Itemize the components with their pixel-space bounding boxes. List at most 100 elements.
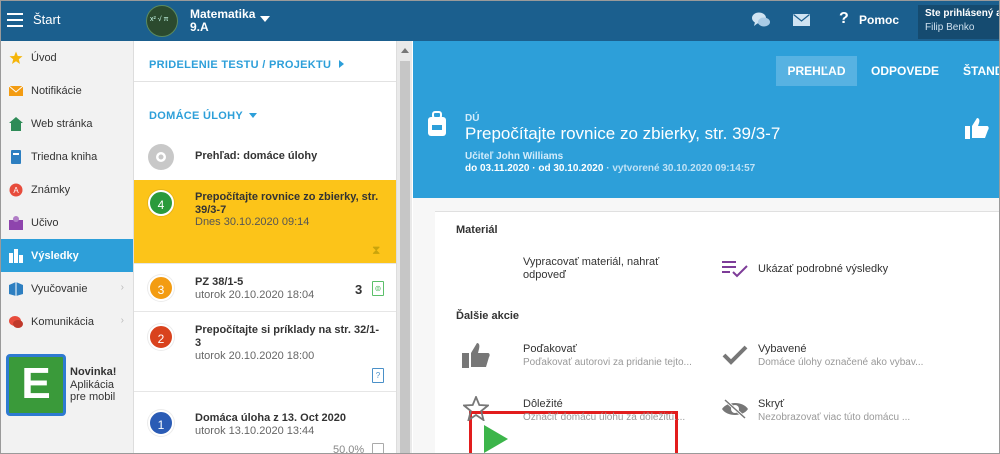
homework-date: utorok 20.10.2020 18:04 xyxy=(195,289,315,301)
action-title: Vybavené xyxy=(758,343,807,355)
homework-type-label: DÚ xyxy=(465,113,480,124)
user-name: Filip Benko xyxy=(925,22,975,33)
sidebar-item-label: Komunikácia xyxy=(31,315,94,328)
sidebar-item-znamky[interactable]: A Známky xyxy=(1,173,133,206)
sidebar-item-label: Notifikácie xyxy=(31,84,82,97)
thumbs-up-icon xyxy=(462,343,490,368)
more-actions-header: Ďalšie akcie xyxy=(456,310,519,322)
action-title: Skryť xyxy=(758,398,785,410)
start-menu-label[interactable]: Štart xyxy=(33,12,60,27)
play-icon[interactable] xyxy=(484,425,508,453)
checkmark-icon xyxy=(722,345,748,365)
material-header: Materiál xyxy=(456,224,498,236)
chevron-right-icon: › xyxy=(120,315,124,326)
document-icon[interactable] xyxy=(372,443,384,453)
grades-icon: A xyxy=(9,183,23,197)
promo-title: Novinka! xyxy=(70,366,117,378)
homework-number-badge: 2 xyxy=(148,324,174,350)
gear-icon xyxy=(148,144,174,170)
sidebar-item-label: Známky xyxy=(31,183,71,196)
eye-slash-icon xyxy=(722,399,748,419)
sidebar-item-label: Učivo xyxy=(31,216,59,229)
action-text: Poďakovať Poďakovať autorovi za pridanie… xyxy=(523,343,693,369)
class-selector[interactable]: Matematika 9.A xyxy=(190,8,255,34)
homework-item[interactable]: 2 Prepočítajte si príklady na str. 32/1-… xyxy=(134,312,396,392)
mail-icon[interactable] xyxy=(793,14,810,26)
sidebar-item-uvod[interactable]: Úvod xyxy=(1,41,133,74)
due-dates: do 03.11.2020 · od 30.10.2020 xyxy=(465,163,604,174)
homework-number-badge: 3 xyxy=(148,275,174,301)
sidebar: Úvod Notifikácie Web stránka Triedna kni… xyxy=(1,41,134,453)
homework-title: Prepočítajte rovnice zo zbierky, str. 39… xyxy=(195,191,379,216)
homework-number-badge: 1 xyxy=(148,410,174,436)
scrollbar-thumb[interactable] xyxy=(400,61,410,453)
actions-card: Materiál Vypracovať materiál, nahrať odp… xyxy=(435,211,999,453)
homework-date: utorok 20.10.2020 18:00 xyxy=(195,350,315,362)
envelope-icon xyxy=(9,85,23,96)
list-scrollbar[interactable] xyxy=(396,41,412,453)
sidebar-item-label: Výsledky xyxy=(31,249,79,262)
created-date: · vytvorené 30.10.2020 09:14:57 xyxy=(603,163,756,174)
sidebar-item-label: Web stránka xyxy=(31,117,93,130)
tab-standard[interactable]: ŠTAND xyxy=(953,56,999,86)
action-subtitle: Domáce úlohy označené ako vybav... xyxy=(758,357,924,368)
homework-title: Domáca úloha z 13. Oct 2020 xyxy=(195,412,347,424)
user-box[interactable]: Ste prihlásený ak Filip Benko xyxy=(918,5,1000,39)
teaching-icon xyxy=(9,282,23,296)
action-title: Poďakovať xyxy=(523,343,577,355)
chat-bubbles-icon[interactable] xyxy=(752,12,770,28)
homework-filter-dropdown[interactable]: DOMÁCE ÚLOHY xyxy=(149,110,258,122)
sidebar-item-notifikacie[interactable]: Notifikácie xyxy=(1,74,133,107)
action-subtitle: Poďakovať autorovi za pridanie tejto... xyxy=(523,357,692,368)
homework-item[interactable]: 3 PZ 38/1-5 utorok 20.10.2020 18:04 3 ⊚ xyxy=(134,264,396,312)
app-window: Štart x² √ π Matematika 9.A ? Pomoc Ste … xyxy=(0,0,1000,454)
sidebar-item-komunikacia[interactable]: Komunikácia › xyxy=(1,305,133,338)
edupage-logo: E xyxy=(6,354,66,416)
document-icon[interactable]: ? xyxy=(372,368,384,383)
sidebar-item-label: Triedna kniha xyxy=(31,150,98,163)
filter-label: DOMÁCE ÚLOHY xyxy=(149,110,244,122)
homework-dates: do 03.11.2020 · od 30.10.2020 · vytvoren… xyxy=(465,163,755,174)
homework-item-selected[interactable]: 4 Prepočítajte rovnice zo zbierky, str. … xyxy=(134,180,396,264)
sidebar-item-web[interactable]: Web stránka xyxy=(1,107,133,140)
teacher-label: Učiteľ John Williams xyxy=(465,151,564,162)
hamburger-menu-icon[interactable] xyxy=(7,13,23,27)
sidebar-item-vyucovanie[interactable]: Vyučovanie › xyxy=(1,272,133,305)
checklist-icon[interactable] xyxy=(722,260,748,278)
chevron-down-icon[interactable] xyxy=(260,16,270,22)
tab-prehlad[interactable]: PREHĽAD xyxy=(776,56,857,86)
homework-overview-item[interactable]: Prehľad: domáce úlohy xyxy=(134,134,396,182)
sidebar-item-label: Vyučovanie xyxy=(31,282,88,295)
class-group: 9.A xyxy=(190,20,209,34)
sidebar-item-vysledky[interactable]: Výsledky xyxy=(1,239,133,272)
submit-material-button[interactable]: Vypracovať materiál, nahrať odpoveď xyxy=(523,256,673,282)
help-label[interactable]: Pomoc xyxy=(859,13,899,27)
user-status: Ste prihlásený ak xyxy=(925,8,1000,19)
sidebar-item-ucivo[interactable]: Učivo xyxy=(1,206,133,239)
house-icon xyxy=(9,117,23,131)
mobile-app-promo[interactable]: E Novinka! Aplikácia pre mobil xyxy=(6,354,128,416)
tab-odpovede[interactable]: ODPOVEDE xyxy=(865,56,945,86)
help-icon[interactable]: ? xyxy=(839,10,849,28)
show-results-link[interactable]: Ukázať podrobné výsledky xyxy=(758,263,888,276)
completion-percent: 50.0% xyxy=(333,444,365,454)
chevron-down-icon xyxy=(249,113,258,118)
learning-icon xyxy=(9,216,23,230)
top-bar: Štart x² √ π Matematika 9.A ? Pomoc Ste … xyxy=(1,1,999,41)
scroll-up-arrow-icon[interactable] xyxy=(401,48,409,53)
star-icon xyxy=(9,51,23,64)
chevron-right-icon xyxy=(339,60,345,68)
homework-title: Prepočítajte si príklady na str. 32/1-3 xyxy=(195,324,380,349)
action-subtitle: Nezobrazovať viac túto domácu ... xyxy=(758,412,911,423)
detail-header: PREHĽAD ODPOVEDE ŠTAND DÚ Prepočítajte r… xyxy=(413,41,999,198)
sidebar-item-triedna-kniha[interactable]: Triedna kniha xyxy=(1,140,133,173)
homework-item[interactable]: 1 Domáca úloha z 13. Oct 2020 utorok 13.… xyxy=(134,392,396,454)
class-avatar[interactable]: x² √ π xyxy=(146,5,178,37)
homework-number-badge: 4 xyxy=(148,190,174,216)
backpack-icon xyxy=(428,111,446,136)
chevron-right-icon: › xyxy=(120,282,124,293)
thumbs-up-icon[interactable] xyxy=(965,117,989,139)
assign-test-link[interactable]: PRIDELENIE TESTU / PROJEKTU xyxy=(149,59,345,71)
attachment-icon[interactable]: ⊚ xyxy=(372,281,384,296)
assign-link-label: PRIDELENIE TESTU / PROJEKTU xyxy=(149,59,332,71)
